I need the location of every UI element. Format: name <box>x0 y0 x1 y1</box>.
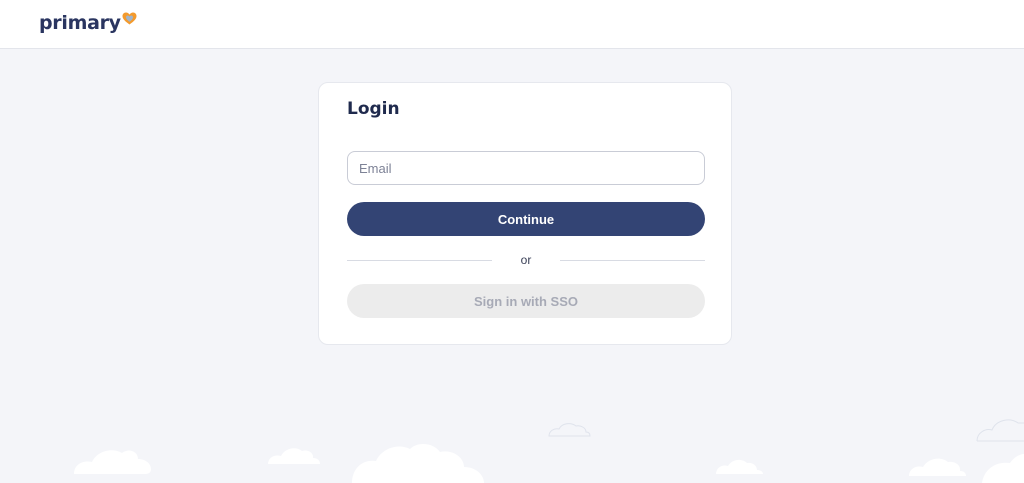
logo-text: primary <box>39 12 121 34</box>
continue-button[interactable]: Continue <box>347 202 705 236</box>
top-header: primary <box>0 0 1024 49</box>
heart-icon <box>122 12 137 25</box>
login-title: Login <box>347 99 400 119</box>
login-card: Login Continue or Sign in with SSO <box>318 82 732 345</box>
primary-logo[interactable]: primary <box>39 11 137 39</box>
divider-line-right <box>560 260 705 261</box>
email-field[interactable] <box>347 151 705 185</box>
divider-line-left <box>347 260 492 261</box>
sso-signin-button[interactable]: Sign in with SSO <box>347 284 705 318</box>
main-area: Login Continue or Sign in with SSO <box>0 49 1024 483</box>
divider-or-text: or <box>520 253 532 267</box>
